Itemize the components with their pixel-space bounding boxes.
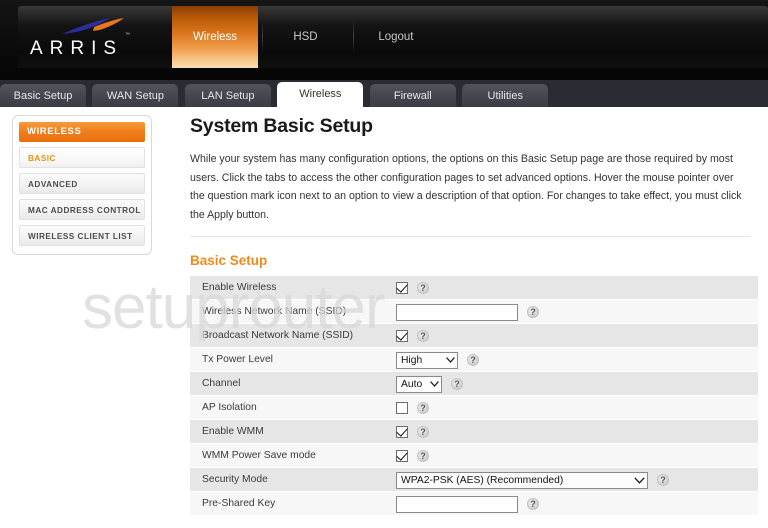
row-control: ? (396, 420, 429, 444)
row-label: Pre-Shared Key (202, 498, 276, 509)
table-row: AP Isolation ? (190, 396, 758, 420)
row-label: Channel (202, 378, 241, 389)
row-control: ? (396, 300, 539, 324)
trademark-symbol: ™ (125, 32, 130, 38)
table-row: Pre-Shared Key ? (190, 492, 758, 516)
help-icon[interactable]: ? (527, 306, 539, 318)
tab-label: Firewall (393, 90, 432, 102)
page-content: WIRELESS BASIC ADVANCED MAC ADDRESS CONT… (0, 107, 768, 528)
topnav-label: Logout (378, 31, 414, 43)
ap-isolation-checkbox[interactable] (396, 402, 408, 414)
sidebar-item-mac-address-control[interactable]: MAC ADDRESS CONTROL (19, 199, 145, 220)
tab-strip: Basic Setup WAN Setup LAN Setup Wireless… (0, 80, 768, 109)
table-row: Channel Auto ? (190, 372, 758, 396)
help-icon[interactable]: ? (417, 450, 429, 462)
table-row: Wireless Network Name (SSID) ? (190, 300, 758, 324)
topnav-item-hsd[interactable]: HSD (262, 6, 348, 68)
tab-firewall[interactable]: Firewall (369, 84, 456, 109)
help-icon[interactable]: ? (451, 378, 463, 390)
tx-power-level-select[interactable]: High (396, 351, 458, 369)
row-control: ? (396, 492, 539, 516)
table-row: Enable WMM ? (190, 420, 758, 444)
table-row: WMM Power Save mode ? (190, 444, 758, 468)
table-row: Enable Wireless ? (190, 276, 758, 300)
chevron-down-icon (424, 381, 439, 387)
section-title: Basic Setup (190, 253, 268, 268)
row-control: ? (396, 276, 429, 300)
enable-wmm-checkbox[interactable] (396, 426, 408, 438)
tx-power-level-value: High (401, 354, 423, 366)
tab-label: Utilities (487, 90, 523, 102)
tab-lan-setup[interactable]: LAN Setup (184, 84, 271, 109)
row-control: High ? (396, 348, 479, 372)
channel-value: Auto (401, 378, 423, 390)
sidebar: WIRELESS BASIC ADVANCED MAC ADDRESS CONT… (12, 115, 152, 255)
row-label: Enable Wireless (202, 282, 277, 293)
help-icon[interactable]: ? (417, 282, 429, 294)
help-icon[interactable]: ? (417, 426, 429, 438)
pre-shared-key-input[interactable] (396, 495, 518, 513)
help-icon[interactable]: ? (467, 354, 479, 366)
table-row: Tx Power Level High ? (190, 348, 758, 372)
row-label: AP Isolation (202, 402, 257, 413)
tab-label: Basic Setup (13, 90, 73, 102)
security-mode-select[interactable]: WPA2-PSK (AES) (Recommended) (396, 471, 648, 489)
tab-basic-setup[interactable]: Basic Setup (0, 84, 86, 109)
help-icon[interactable]: ? (527, 498, 539, 510)
channel-select[interactable]: Auto (396, 375, 442, 393)
row-control: ? (396, 444, 429, 468)
router-admin-page: ARRIS ™ Wireless HSD Logout Basic Setup … (0, 0, 768, 528)
sidebar-item-wireless-client-list[interactable]: WIRELESS CLIENT LIST (19, 225, 145, 246)
main-panel: System Basic Setup While your system has… (190, 107, 768, 516)
chevron-down-icon (440, 357, 455, 363)
top-header-bar: ARRIS ™ Wireless HSD Logout (0, 0, 768, 80)
table-row: Broadcast Network Name (SSID) ? (190, 324, 758, 348)
topnav-label: HSD (293, 31, 318, 43)
broadcast-ssid-checkbox[interactable] (396, 330, 408, 342)
arris-swoosh-icon (62, 18, 124, 34)
tab-wireless[interactable]: Wireless (277, 82, 364, 109)
row-label: Wireless Network Name (SSID) (202, 306, 347, 317)
wmm-power-save-checkbox[interactable] (396, 450, 408, 462)
row-control: Auto ? (396, 372, 463, 396)
page-description: While your system has many configuration… (190, 153, 742, 221)
row-label: WMM Power Save mode (202, 450, 316, 461)
help-icon[interactable]: ? (417, 402, 429, 414)
tab-label: Wireless (299, 88, 342, 100)
ssid-input[interactable] (396, 303, 518, 321)
help-icon[interactable]: ? (657, 474, 669, 486)
security-mode-value: WPA2-PSK (AES) (Recommended) (401, 474, 564, 486)
row-label: Security Mode (202, 474, 268, 485)
sidebar-item-advanced[interactable]: ADVANCED (19, 173, 145, 194)
settings-table: Enable Wireless ? Wireless Network Name … (190, 276, 758, 516)
table-row: Security Mode WPA2-PSK (AES) (Recommende… (190, 468, 758, 492)
row-control: ? (396, 324, 429, 348)
row-label: Broadcast Network Name (SSID) (202, 330, 354, 341)
tab-utilities[interactable]: Utilities (462, 84, 549, 109)
tab-wan-setup[interactable]: WAN Setup (92, 84, 179, 109)
primary-navigation: Wireless HSD Logout (172, 6, 439, 68)
tab-list: Basic Setup WAN Setup LAN Setup Wireless… (0, 82, 550, 109)
tab-label: WAN Setup (106, 90, 164, 102)
section-divider (190, 236, 750, 237)
enable-wireless-checkbox[interactable] (396, 282, 408, 294)
brand-name: ARRIS (30, 38, 124, 59)
help-icon[interactable]: ? (417, 330, 429, 342)
row-label: Enable WMM (202, 426, 264, 437)
arris-logo: ARRIS ™ (22, 16, 162, 62)
sidebar-header: WIRELESS (19, 122, 145, 142)
tab-label: LAN Setup (201, 90, 255, 102)
sidebar-item-basic[interactable]: BASIC (19, 147, 145, 168)
topnav-label: Wireless (192, 31, 238, 43)
row-control: ? (396, 396, 429, 420)
topnav-item-wireless[interactable]: Wireless (172, 6, 258, 68)
row-label: Tx Power Level (202, 354, 273, 365)
chevron-down-icon (628, 476, 645, 484)
topnav-item-logout[interactable]: Logout (352, 6, 439, 68)
row-control: WPA2-PSK (AES) (Recommended) ? (396, 468, 669, 492)
page-title: System Basic Setup (190, 115, 373, 137)
